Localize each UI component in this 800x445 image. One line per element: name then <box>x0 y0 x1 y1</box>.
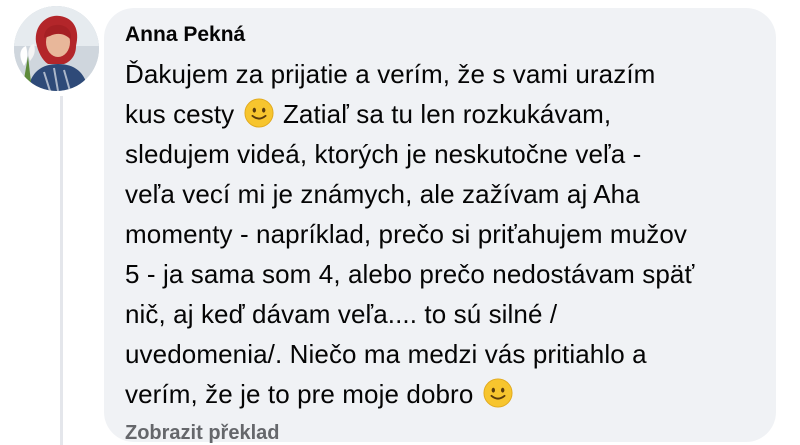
comment-line: kus cesty <box>125 99 235 129</box>
comment-line: 5 - ja sama som 4, alebo prečo nedostáva… <box>125 259 695 289</box>
comment-line: nič, aj keď dávam veľa.... to sú silné / <box>125 299 558 329</box>
comment-line: sledujem videá, ktorých je neskutočne ve… <box>125 139 642 169</box>
comment-line: uvedomenia/. Niečo ma medzi vás pritiahl… <box>125 339 647 369</box>
comment-thread: Anna Pekná Ďakujem za prijatie a verím, … <box>0 0 800 445</box>
comment-line: veľa vecí mi je známych, ale zažívam aj … <box>125 179 640 209</box>
avatar[interactable] <box>14 6 99 91</box>
comment-line: Zatiaľ sa tu len rozkukávam, <box>282 99 612 129</box>
profile-photo <box>14 6 99 91</box>
comment-line: Ďakujem za prijatie a verím, že s vami u… <box>125 59 656 89</box>
thread-line <box>60 96 63 445</box>
slightly-smiling-face-icon <box>244 98 274 128</box>
comment-line: momenty - napríklad, prečo si priťahujem… <box>125 219 688 249</box>
show-translation-link[interactable]: Zobrazit překlad <box>125 420 754 445</box>
slightly-smiling-face-icon <box>483 378 513 408</box>
comment-bubble: Anna Pekná Ďakujem za prijatie a verím, … <box>104 8 776 445</box>
comment-text: Ďakujem za prijatie a verím, že s vami u… <box>125 54 754 414</box>
comment-line: verím, že je to pre moje dobro <box>125 379 474 409</box>
comment-author[interactable]: Anna Pekná <box>125 22 754 48</box>
